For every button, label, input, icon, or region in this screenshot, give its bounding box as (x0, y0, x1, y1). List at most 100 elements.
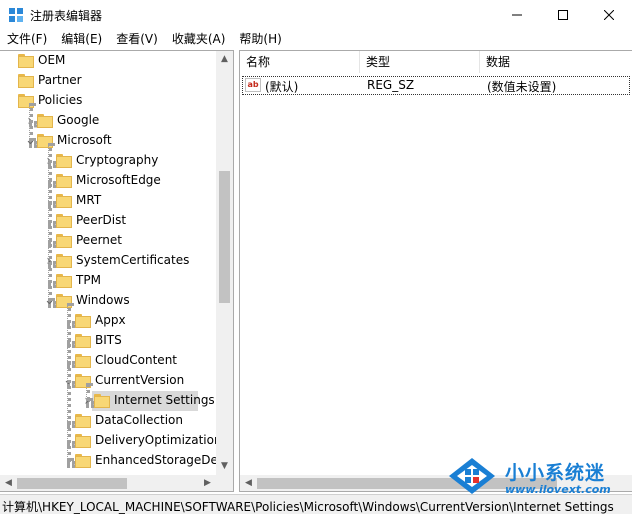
tree-node-label: MRT (76, 193, 102, 207)
tree-node-label: PeerDist (76, 213, 127, 227)
watermark-title: 小小系统迷 (505, 462, 606, 484)
scroll-up-icon[interactable]: ▲ (216, 51, 233, 68)
folder-icon (56, 174, 72, 188)
menu-view[interactable]: 查看(V) (109, 30, 165, 49)
tree-node[interactable]: CloudContent (0, 351, 216, 371)
value-type: REG_SZ (367, 78, 415, 92)
watermark-logo-icon (449, 458, 495, 494)
tree-guide-line (86, 383, 90, 401)
tree-node[interactable]: OEM (0, 51, 216, 71)
value-row[interactable]: ab (默认) REG_SZ (数值未设置) (240, 75, 632, 95)
tree-node-label: OEM (38, 53, 66, 67)
minimize-icon (512, 14, 522, 16)
tree-horizontal-scroll-thumb[interactable] (17, 478, 127, 489)
tree-node[interactable]: MRT (0, 191, 216, 211)
tree-node-label: Windows (76, 293, 130, 307)
tree-node[interactable]: EnhancedStorageDevic (0, 451, 233, 471)
value-name: (默认) (265, 80, 299, 94)
folder-icon (56, 254, 72, 268)
tree-node[interactable]: Partner (0, 71, 216, 91)
menu-bar: 文件(F) 编辑(E) 查看(V) 收藏夹(A) 帮助(H) (0, 30, 632, 49)
tree-node[interactable]: PeerDist (0, 211, 216, 231)
folder-icon (75, 354, 91, 368)
tree-node[interactable]: MicrosoftEdge (0, 171, 216, 191)
scroll-left-icon[interactable]: ◀ (0, 475, 17, 491)
tree-node-label: Google (57, 113, 100, 127)
menu-help[interactable]: 帮助(H) (232, 30, 288, 49)
tree-node-label: Peernet (76, 233, 122, 247)
tree-node-label: Appx (95, 313, 126, 327)
registry-tree[interactable]: OEM Partner Policies › Google ⌄ Microsoft › Cryp… (0, 50, 234, 492)
tree-node[interactable]: BITS (0, 331, 216, 351)
folder-icon (75, 334, 91, 348)
tree-node-label: BITS (95, 333, 122, 347)
menu-favorites[interactable]: 收藏夹(A) (165, 30, 233, 49)
folder-icon (75, 454, 91, 468)
tree-node[interactable]: › Cryptography (0, 151, 216, 171)
folder-icon (56, 214, 72, 228)
tree-node[interactable]: DeliveryOptimization (0, 431, 222, 451)
scroll-right-icon[interactable]: ▶ (199, 475, 216, 491)
tree-guide-line (48, 143, 52, 301)
folder-icon (94, 394, 110, 408)
window-title: 注册表编辑器 (30, 9, 103, 23)
tree-guide-line (67, 303, 71, 461)
close-icon (604, 10, 614, 20)
maximize-button[interactable] (540, 0, 586, 30)
folder-icon (75, 414, 91, 428)
column-header-name[interactable]: 名称 (240, 51, 360, 73)
folder-icon (75, 434, 91, 448)
watermark: 小小系统迷 www.ilovext.com (443, 456, 632, 496)
tree-node-label: SystemCertificates (76, 253, 190, 267)
scrollbar-corner (216, 475, 233, 491)
status-path: 计算机\HKEY_LOCAL_MACHINE\SOFTWARE\Policies… (2, 500, 614, 514)
tree-node-label: DataCollection (95, 413, 184, 427)
menu-file[interactable]: 文件(F) (0, 30, 54, 49)
registry-editor-icon (9, 8, 23, 22)
tree-node-label: CloudContent (95, 353, 178, 367)
close-button[interactable] (586, 0, 632, 30)
tree-guide-line (29, 103, 33, 141)
tree-node[interactable]: Appx (0, 311, 216, 331)
title-bar: 注册表编辑器 (0, 0, 632, 30)
tree-horizontal-scrollbar[interactable]: ◀ ▶ (0, 475, 216, 491)
menu-edit[interactable]: 编辑(E) (54, 30, 109, 49)
folder-icon (56, 234, 72, 248)
tree-vertical-scrollbar[interactable]: ▲ ▼ (216, 51, 233, 475)
list-scroll-left-icon[interactable]: ◀ (240, 475, 257, 491)
column-header-type[interactable]: 类型 (360, 51, 480, 73)
folder-icon (75, 314, 91, 328)
tree-node-label: CurrentVersion (95, 373, 185, 387)
value-data: (数值未设置) (487, 80, 557, 94)
tree-node-label: TPM (76, 273, 101, 287)
tree-node-label: DeliveryOptimization (95, 433, 222, 447)
tree-node[interactable]: Peernet (0, 231, 216, 251)
tree-node[interactable]: › SystemCertificates (0, 251, 216, 271)
tree-node[interactable]: › Internet Settings (0, 391, 216, 411)
tree-connector-line (67, 461, 75, 465)
row-focus-rect (242, 76, 630, 95)
tree-node-label: Policies (38, 93, 83, 107)
tree-node[interactable]: DataCollection (0, 411, 216, 431)
tree-node-label: EnhancedStorageDevic (95, 453, 234, 467)
tree-node-label: Internet Settings (114, 393, 215, 407)
maximize-icon (558, 10, 568, 20)
status-bar: 计算机\HKEY_LOCAL_MACHINE\SOFTWARE\Policies… (0, 494, 632, 514)
folder-icon (18, 74, 34, 88)
minimize-button[interactable] (494, 0, 540, 30)
folder-icon (56, 274, 72, 288)
scroll-down-icon[interactable]: ▼ (216, 458, 233, 475)
folder-icon (18, 54, 34, 68)
tree-node-label: Cryptography (76, 153, 159, 167)
tree-node-label: Microsoft (57, 133, 112, 147)
tree-vertical-scroll-thumb[interactable] (219, 171, 230, 303)
column-header-data[interactable]: 数据 (480, 51, 632, 73)
tree-node[interactable]: ⌄ CurrentVersion (0, 371, 216, 391)
tree-node-label: Partner (38, 73, 82, 87)
tree-node-label: MicrosoftEdge (76, 173, 161, 187)
tree-node[interactable]: TPM (0, 271, 216, 291)
folder-icon (56, 194, 72, 208)
values-list[interactable]: 名称 类型 数据 ab (默认) REG_SZ (数值未设置) ◀ (239, 50, 632, 492)
tree-node[interactable]: ⌄ Windows (0, 291, 216, 311)
string-value-icon: ab (245, 78, 261, 92)
